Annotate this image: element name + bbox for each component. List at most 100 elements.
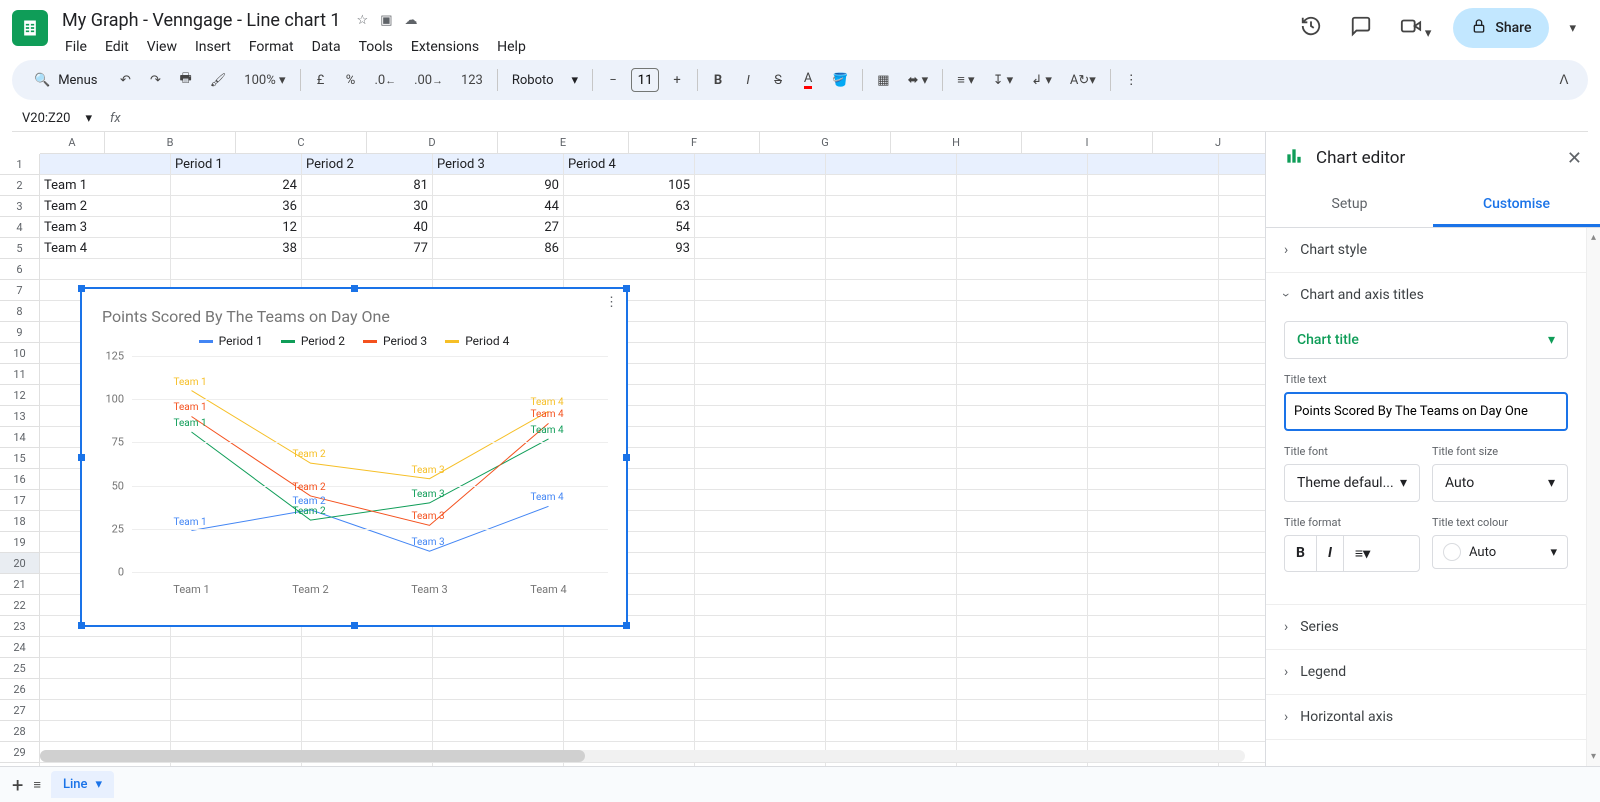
cell[interactable] xyxy=(695,154,826,175)
increase-decimal-button[interactable]: .00→ xyxy=(406,66,451,94)
cell[interactable]: 77 xyxy=(302,238,433,259)
cell[interactable] xyxy=(1219,259,1265,280)
cell[interactable] xyxy=(1088,385,1219,406)
cell[interactable] xyxy=(171,679,302,700)
col-b[interactable]: B xyxy=(105,132,236,153)
row-header[interactable]: 17 xyxy=(0,490,40,511)
cell[interactable] xyxy=(1219,154,1265,175)
row-header[interactable]: 23 xyxy=(0,616,40,637)
cell[interactable] xyxy=(171,721,302,742)
move-icon[interactable]: ▣ xyxy=(380,13,392,28)
cell[interactable] xyxy=(564,763,695,766)
row-header[interactable]: 3 xyxy=(0,196,40,217)
cell[interactable] xyxy=(40,658,171,679)
italic-button[interactable]: I xyxy=(734,66,762,94)
cell[interactable] xyxy=(695,574,826,595)
cell[interactable] xyxy=(1219,532,1265,553)
cell[interactable] xyxy=(1219,721,1265,742)
bold-button[interactable]: B xyxy=(704,66,732,94)
title-font-select[interactable]: Theme defaul...▾ xyxy=(1284,464,1420,502)
title-font-size-select[interactable]: Auto▾ xyxy=(1432,464,1568,502)
history-icon[interactable] xyxy=(1294,9,1328,47)
row-header[interactable]: 2 xyxy=(0,175,40,196)
cell[interactable] xyxy=(695,700,826,721)
cell[interactable] xyxy=(826,637,957,658)
cell[interactable]: 81 xyxy=(302,175,433,196)
section-chart-style[interactable]: ›Chart style xyxy=(1266,228,1586,272)
all-sheets-button[interactable]: ≡ xyxy=(33,777,41,793)
row-header[interactable]: 29 xyxy=(0,742,40,763)
title-colour-select[interactable]: Auto▾ xyxy=(1432,535,1568,569)
cell[interactable] xyxy=(1219,616,1265,637)
chart-menu-icon[interactable]: ⋮ xyxy=(605,295,618,310)
cell[interactable] xyxy=(1088,574,1219,595)
cell[interactable] xyxy=(695,196,826,217)
cell[interactable] xyxy=(1219,469,1265,490)
cell[interactable] xyxy=(957,721,1088,742)
cell[interactable] xyxy=(1219,448,1265,469)
col-e[interactable]: E xyxy=(498,132,629,153)
cell[interactable]: 12 xyxy=(171,217,302,238)
col-f[interactable]: F xyxy=(629,132,760,153)
cell[interactable] xyxy=(695,238,826,259)
row-header[interactable]: 30 xyxy=(0,763,40,766)
cell[interactable]: Period 1 xyxy=(171,154,302,175)
more-icon[interactable]: ⋮ xyxy=(1117,66,1146,94)
row-header[interactable]: 25 xyxy=(0,658,40,679)
cell[interactable] xyxy=(1088,364,1219,385)
cell[interactable] xyxy=(1219,763,1265,766)
cell[interactable] xyxy=(695,448,826,469)
cell[interactable] xyxy=(1088,637,1219,658)
cell[interactable] xyxy=(40,637,171,658)
cell[interactable] xyxy=(826,490,957,511)
col-h[interactable]: H xyxy=(891,132,1022,153)
menu-file[interactable]: File xyxy=(58,35,94,59)
search-menus[interactable]: 🔍Menus xyxy=(22,69,110,92)
sheet-tab-line[interactable]: Line▾ xyxy=(51,771,114,798)
cell[interactable] xyxy=(171,658,302,679)
row-header[interactable]: 28 xyxy=(0,721,40,742)
title-bold-button[interactable]: B xyxy=(1285,536,1317,571)
cell[interactable] xyxy=(695,175,826,196)
cell[interactable] xyxy=(1088,217,1219,238)
row-header[interactable]: 22 xyxy=(0,595,40,616)
cell[interactable] xyxy=(826,238,957,259)
cell[interactable] xyxy=(695,280,826,301)
cell[interactable] xyxy=(695,427,826,448)
cell[interactable] xyxy=(1219,700,1265,721)
strikethrough-button[interactable]: S xyxy=(764,66,792,94)
cell[interactable]: 24 xyxy=(171,175,302,196)
percent-button[interactable]: % xyxy=(337,66,365,94)
cell[interactable] xyxy=(40,721,171,742)
cell[interactable] xyxy=(302,679,433,700)
row-header[interactable]: 13 xyxy=(0,406,40,427)
cell[interactable]: Team 2 xyxy=(40,196,171,217)
title-type-select[interactable]: Chart title▾ xyxy=(1284,321,1568,359)
cell[interactable] xyxy=(695,658,826,679)
cell[interactable] xyxy=(957,259,1088,280)
cell[interactable] xyxy=(826,616,957,637)
more-formats-button[interactable]: 123 xyxy=(453,66,491,94)
row-header[interactable]: 8 xyxy=(0,301,40,322)
cell[interactable] xyxy=(564,700,695,721)
cell[interactable] xyxy=(1219,343,1265,364)
cell[interactable] xyxy=(1219,553,1265,574)
menu-edit[interactable]: Edit xyxy=(98,35,136,59)
cell[interactable] xyxy=(826,574,957,595)
sidebar-scrollbar[interactable]: ▴▾ xyxy=(1586,228,1600,766)
meet-icon[interactable]: ▾ xyxy=(1394,9,1438,47)
cell[interactable] xyxy=(695,343,826,364)
cell[interactable] xyxy=(826,658,957,679)
row-header[interactable]: 14 xyxy=(0,427,40,448)
column-headers[interactable]: A B C D E F G H I J K xyxy=(40,132,1265,154)
row-header[interactable]: 5 xyxy=(0,238,40,259)
cell[interactable] xyxy=(433,658,564,679)
col-g[interactable]: G xyxy=(760,132,891,153)
decrease-font-button[interactable]: − xyxy=(599,66,627,94)
cell[interactable] xyxy=(695,217,826,238)
cell[interactable] xyxy=(40,763,171,766)
cell[interactable] xyxy=(1088,721,1219,742)
row-header[interactable]: 20 xyxy=(0,553,40,574)
cell[interactable] xyxy=(957,511,1088,532)
menu-data[interactable]: Data xyxy=(305,35,348,59)
